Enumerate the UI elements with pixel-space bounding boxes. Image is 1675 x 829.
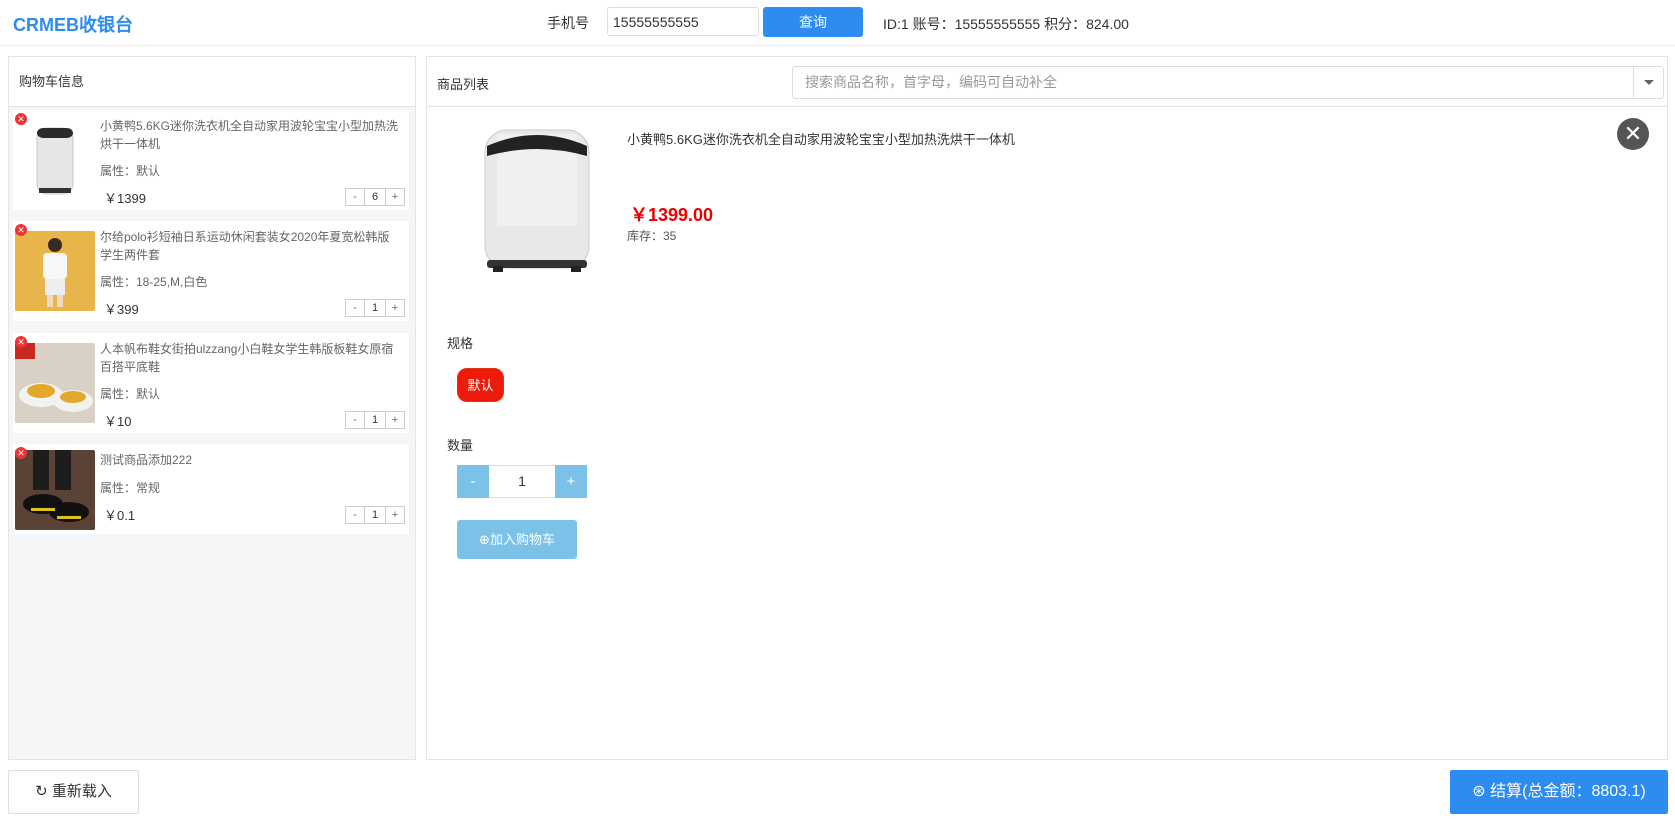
cart-item-name: 尔给polo衫短袖日系运动休闲套装女2020年夏宽松韩版学生两件套	[100, 230, 390, 262]
washer-image-icon	[484, 129, 590, 272]
product-detail-price: ￥1399.00	[630, 205, 714, 225]
cart-item: ✕ 尔给polo衫短袖日系运动休闲套装女2020年夏宽松韩版学生两件套 属性：1…	[13, 221, 409, 321]
cart-item-attr: 属性：默认	[100, 387, 161, 401]
spec-option-default[interactable]: 默认	[457, 368, 504, 402]
product-search-input[interactable]: 搜索商品名称，首字母，编码可自动补全	[792, 66, 1664, 99]
cart-item-attr: 属性：18-25,M,白色	[100, 275, 208, 289]
increase-button[interactable]: +	[386, 507, 404, 523]
cart-panel: 购物车信息 ✕ 小黄鸭5.6KG迷你洗衣机全自动家用波轮宝宝小型加热洗烘干一体机…	[8, 56, 416, 760]
user-info: ID:1 账号：15555555555 积分：824.00	[883, 16, 1129, 32]
reload-label: 重新载入	[51, 783, 112, 800]
increase-button[interactable]: +	[386, 300, 404, 316]
increase-button[interactable]: +	[555, 465, 587, 498]
increase-button[interactable]: +	[386, 412, 404, 428]
sneakers-image-icon	[15, 450, 95, 530]
search-placeholder: 搜索商品名称，首字母，编码可自动补全	[805, 74, 1057, 90]
product-detail-stock: 库存：35	[627, 229, 677, 243]
cart-item: ✕ 小黄鸭5.6KG迷你洗衣机全自动家用波轮宝宝小型加热洗烘干一体机 属性：默认…	[13, 110, 409, 210]
checkout-icon: ⊛	[1472, 783, 1486, 800]
reload-button[interactable]: ↻ 重新载入	[8, 770, 139, 814]
decrease-button[interactable]: -	[457, 465, 489, 498]
cart-item-attr: 属性：常规	[100, 481, 161, 495]
quantity-label: 数量	[447, 438, 474, 453]
product-detail-name: 小黄鸭5.6KG迷你洗衣机全自动家用波轮宝宝小型加热洗烘干一体机	[627, 132, 1015, 147]
cart-item-name: 小黄鸭5.6KG迷你洗衣机全自动家用波轮宝宝小型加热洗烘干一体机	[100, 119, 399, 151]
phone-label: 手机号	[547, 15, 589, 31]
product-thumbnail	[15, 231, 95, 311]
canvas-shoes-image-icon	[15, 343, 95, 423]
cart-item: ✕ 测试商品添加222 属性：常规 ￥0.1 - 1 +	[13, 444, 409, 534]
delete-icon[interactable]: ✕	[15, 113, 27, 125]
product-thumbnail	[15, 120, 95, 200]
quantity-value[interactable]: 1	[364, 300, 386, 316]
checkout-button[interactable]: ⊛ 结算(总金额：8803.1)	[1450, 770, 1668, 814]
quantity-value[interactable]: 6	[364, 189, 386, 205]
cart-item: ✕ 人本帆布鞋女街拍ulzzang小白鞋女学生韩版板鞋女原宿百搭平底鞋 属性：默…	[13, 333, 409, 433]
quantity-stepper: - 1 +	[345, 506, 405, 524]
washer-image-icon	[36, 127, 74, 195]
product-list-title: 商品列表	[437, 77, 490, 92]
decrease-button[interactable]: -	[346, 300, 364, 316]
product-thumbnail	[15, 343, 95, 423]
product-panel: 商品列表 搜索商品名称，首字母，编码可自动补全 小黄鸭5.6KG迷你洗衣机全自动…	[426, 56, 1668, 760]
quantity-stepper: - 1 +	[345, 299, 405, 317]
product-detail-image	[457, 120, 617, 280]
phone-input[interactable]	[607, 7, 759, 36]
chevron-down-icon[interactable]	[1633, 67, 1663, 98]
cart-item-price: ￥0.1	[104, 508, 136, 523]
quantity-stepper: - 1 +	[457, 465, 587, 498]
quantity-input[interactable]: 1	[489, 465, 555, 498]
quantity-value[interactable]: 1	[364, 507, 386, 523]
product-title-bar: 商品列表 搜索商品名称，首字母，编码可自动补全	[427, 57, 1667, 107]
add-to-cart-label: 加入购物车	[489, 532, 555, 547]
cart-item-name: 人本帆布鞋女街拍ulzzang小白鞋女学生韩版板鞋女原宿百搭平底鞋	[100, 342, 394, 374]
decrease-button[interactable]: -	[346, 507, 364, 523]
quantity-value[interactable]: 1	[364, 412, 386, 428]
close-icon[interactable]: ✕	[1617, 118, 1649, 150]
cart-item-name: 测试商品添加222	[100, 453, 193, 467]
logo: CRMEB收银台	[13, 15, 133, 35]
cart-item-attr: 属性：默认	[100, 164, 161, 178]
cart-item-price: ￥399	[104, 302, 139, 317]
product-thumbnail	[15, 450, 95, 530]
quantity-stepper: - 1 +	[345, 411, 405, 429]
cart-item-price: ￥10	[104, 414, 132, 429]
decrease-button[interactable]: -	[346, 189, 364, 205]
decrease-button[interactable]: -	[346, 412, 364, 428]
delete-icon[interactable]: ✕	[15, 336, 27, 348]
add-to-cart-button[interactable]: ⊕加入购物车	[457, 520, 577, 559]
increase-button[interactable]: +	[386, 189, 404, 205]
plus-circle-icon: ⊕	[479, 532, 490, 547]
quantity-stepper: - 6 +	[345, 188, 405, 206]
query-button[interactable]: 查询	[763, 7, 863, 37]
cart-item-price: ￥1399	[104, 191, 146, 206]
cart-title: 购物车信息	[9, 57, 415, 107]
refresh-icon: ↻	[35, 783, 48, 800]
header: CRMEB收银台 手机号 查询 ID:1 账号：15555555555 积分：8…	[0, 0, 1675, 46]
delete-icon[interactable]: ✕	[15, 447, 27, 459]
delete-icon[interactable]: ✕	[15, 224, 27, 236]
spec-label: 规格	[447, 336, 474, 351]
checkout-label: 结算(总金额：8803.1)	[1490, 783, 1646, 800]
polo-outfit-image-icon	[15, 231, 95, 311]
